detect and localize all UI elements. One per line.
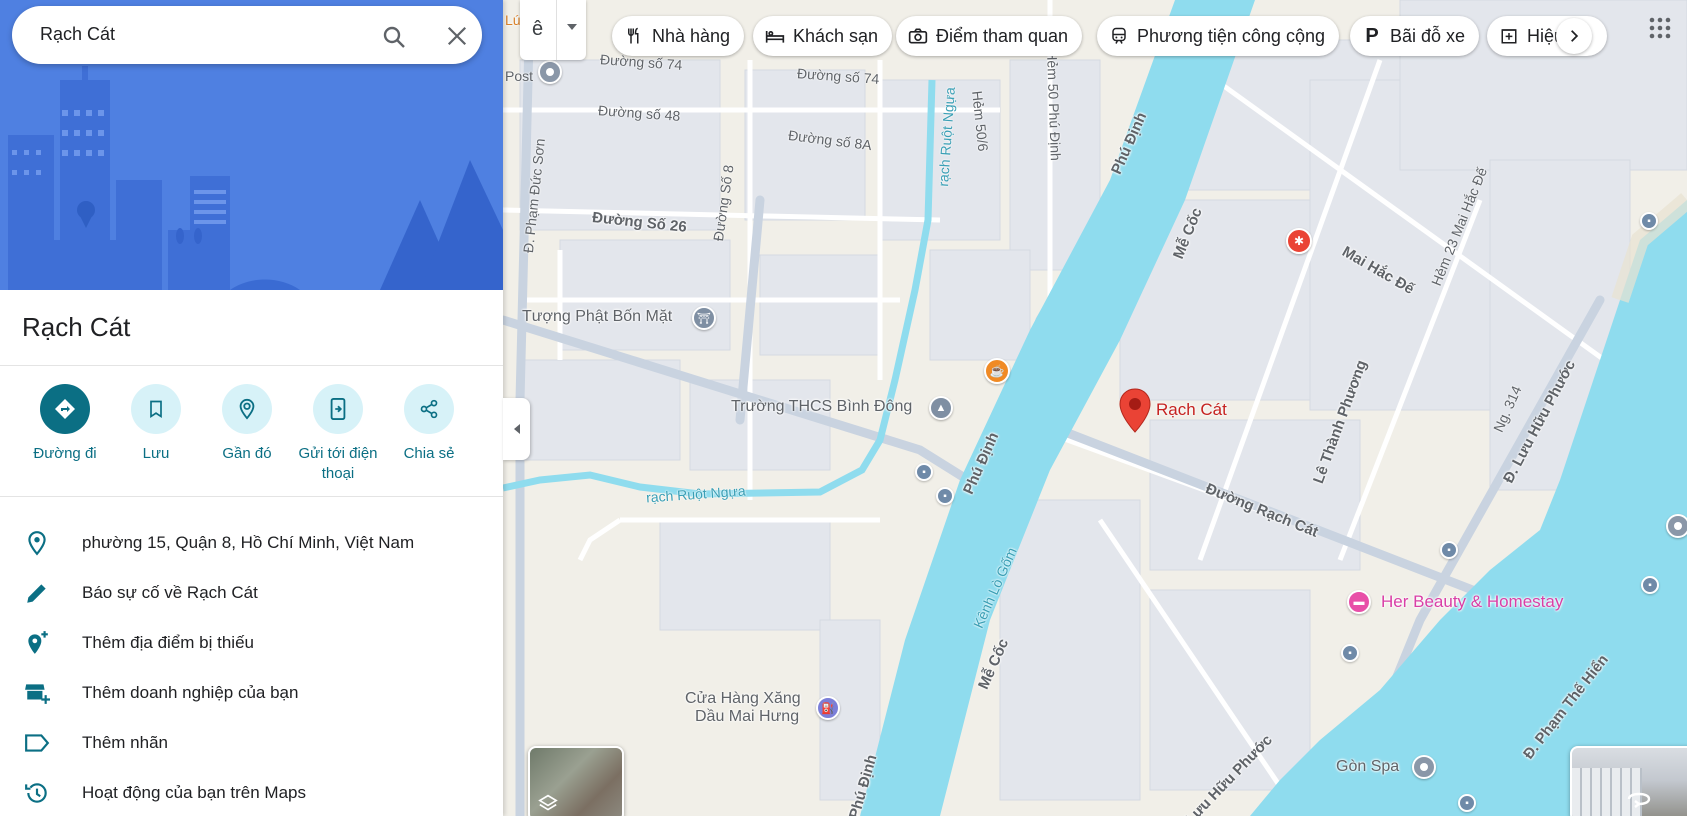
action-label: Lưu (142, 445, 170, 462)
hotel-icon (765, 26, 785, 46)
bus-stop-icon[interactable]: ▪ (1640, 212, 1658, 230)
report-issue-text: Báo sự cố về Rạch Cát (82, 583, 258, 602)
apps-grid-icon[interactable] (1648, 16, 1672, 40)
chevron-down-icon[interactable] (567, 24, 577, 30)
directions-icon (40, 384, 90, 434)
bus-stop-icon[interactable]: ▪ (1458, 794, 1476, 812)
restaurant-poi-icon[interactable]: ✱ (1286, 228, 1312, 254)
poi-label-tuong-phat[interactable]: Tượng Phật Bốn Mặt (522, 308, 672, 326)
chip-label: Phương tiện công cộng (1137, 25, 1325, 46)
pencil-icon (27, 584, 46, 603)
street-view-thumbnail[interactable] (1570, 746, 1687, 816)
add-missing-place-row[interactable]: Thêm địa điểm bị thiếu (0, 619, 503, 665)
poi-label-truong-thcs[interactable]: Trường THCS Bình Đông (731, 398, 912, 416)
layers-toggle-button[interactable] (528, 746, 624, 816)
bookmark-icon (131, 384, 181, 434)
poi-label-gon-spa[interactable]: Gòn Spa (1336, 758, 1399, 776)
save-button[interactable]: Lưu (108, 384, 204, 464)
selected-place-marker-icon[interactable] (1118, 388, 1152, 434)
poi-label-cua-hang-xang-1[interactable]: Cửa Hàng Xăng (685, 690, 801, 708)
address-text: phường 15, Quận 8, Hồ Chí Minh, Việt Nam (82, 533, 415, 552)
address-row[interactable]: phường 15, Quận 8, Hồ Chí Minh, Việt Nam (0, 519, 503, 565)
input-tool-divider (556, 0, 557, 60)
add-missing-place-text: Thêm địa điểm bị thiếu (82, 633, 254, 652)
chip-label: Khách sạn (793, 25, 879, 46)
search-icon[interactable] (382, 25, 406, 49)
chip-transit[interactable]: Phương tiện công cộng (1097, 16, 1339, 56)
close-icon[interactable] (446, 25, 468, 47)
bus-stop-icon[interactable]: ▪ (915, 463, 933, 481)
add-label-row[interactable]: Thêm nhãn (0, 719, 503, 765)
restaurant-icon (624, 26, 644, 46)
street-label-lu: Lú (505, 12, 521, 28)
collapse-panel-button[interactable] (503, 398, 530, 460)
report-issue-row[interactable]: Báo sự cố về Rạch Cát (0, 569, 503, 615)
add-label-text: Thêm nhãn (82, 733, 168, 752)
rotate-360-icon (1627, 792, 1651, 808)
chevron-right-icon (1571, 30, 1579, 42)
nearby-button[interactable]: Gần đó (199, 384, 295, 464)
directions-button[interactable]: Đường đi (17, 384, 113, 464)
place-panel: Rạch Cát Đường đi Lưu Gần đó Gửi tới điệ… (0, 0, 503, 816)
post-poi-icon[interactable] (538, 60, 562, 84)
layers-icon (538, 794, 558, 811)
input-tool-selector[interactable]: ê (520, 0, 586, 60)
chip-hotel[interactable]: Khách sạn (753, 16, 893, 56)
bus-stop-icon[interactable]: ▪ (1341, 644, 1359, 662)
history-icon (25, 783, 47, 803)
maps-activity-text: Hoạt động của bạn trên Maps (82, 783, 306, 802)
chip-restaurant[interactable]: Nhà hàng (612, 16, 745, 56)
street-label-post: Post (505, 68, 534, 84)
poi-label-cua-hang-xang-2[interactable]: Dầu Mai Hưng (695, 708, 799, 726)
add-business-icon (25, 684, 50, 704)
poi-label-rach-cat-marker[interactable]: Rạch Cát (1156, 400, 1227, 420)
nearby-icon (222, 384, 272, 434)
action-label: Gửi tới điện thoại (298, 445, 378, 482)
cafe-icon[interactable]: ☕ (984, 358, 1010, 384)
add-place-icon (28, 631, 48, 654)
input-tool-glyph: ê (532, 18, 544, 40)
action-label: Gần đó (222, 445, 272, 462)
location-pin-icon (28, 531, 46, 556)
chip-label: Điểm tham quan (936, 25, 1069, 46)
temple-icon[interactable]: ⛩ (692, 306, 716, 330)
pharmacy-icon (1499, 26, 1519, 46)
bus-stop-icon[interactable]: ▪ (936, 487, 954, 505)
camera-icon (908, 26, 928, 46)
chevron-left-icon (513, 424, 520, 434)
gas-station-icon[interactable]: ⛽ (816, 696, 840, 720)
chips-next-button[interactable] (1556, 18, 1592, 54)
divider (0, 496, 503, 497)
chip-parking[interactable]: P Bãi đỗ xe (1350, 16, 1480, 56)
school-icon[interactable]: ▲ (929, 396, 953, 420)
chip-label: Nhà hàng (652, 25, 731, 46)
maps-activity-row[interactable]: Hoạt động của bạn trên Maps (0, 769, 503, 815)
send-to-phone-button[interactable]: Gửi tới điện thoại (290, 384, 386, 484)
place-title: Rạch Cát (22, 312, 131, 342)
share-icon (404, 384, 454, 434)
edge-poi-icon[interactable] (1666, 514, 1687, 538)
chip-attractions[interactable]: Điểm tham quan (896, 16, 1083, 56)
label-icon (25, 734, 50, 752)
send-to-phone-icon (313, 384, 363, 434)
spa-icon[interactable] (1412, 755, 1436, 779)
action-label: Đường đi (33, 445, 97, 462)
add-business-text: Thêm doanh nghiệp của bạn (82, 683, 299, 702)
search-input[interactable] (40, 24, 360, 45)
poi-label-her-beauty[interactable]: Her Beauty & Homestay (1381, 592, 1563, 612)
action-label: Chia sẻ (403, 445, 455, 462)
share-button[interactable]: Chia sẻ (381, 384, 477, 464)
parking-icon: P (1365, 24, 1379, 47)
bus-stop-icon[interactable]: ▪ (1440, 541, 1458, 559)
chip-label: Bãi đỗ xe (1390, 25, 1466, 46)
transit-icon (1109, 26, 1129, 46)
search-box[interactable] (12, 6, 482, 64)
divider (0, 365, 503, 366)
hotel-poi-icon[interactable]: ▬ (1347, 590, 1371, 614)
add-business-row[interactable]: Thêm doanh nghiệp của bạn (0, 669, 503, 715)
bus-stop-icon[interactable]: ▪ (1641, 576, 1659, 594)
